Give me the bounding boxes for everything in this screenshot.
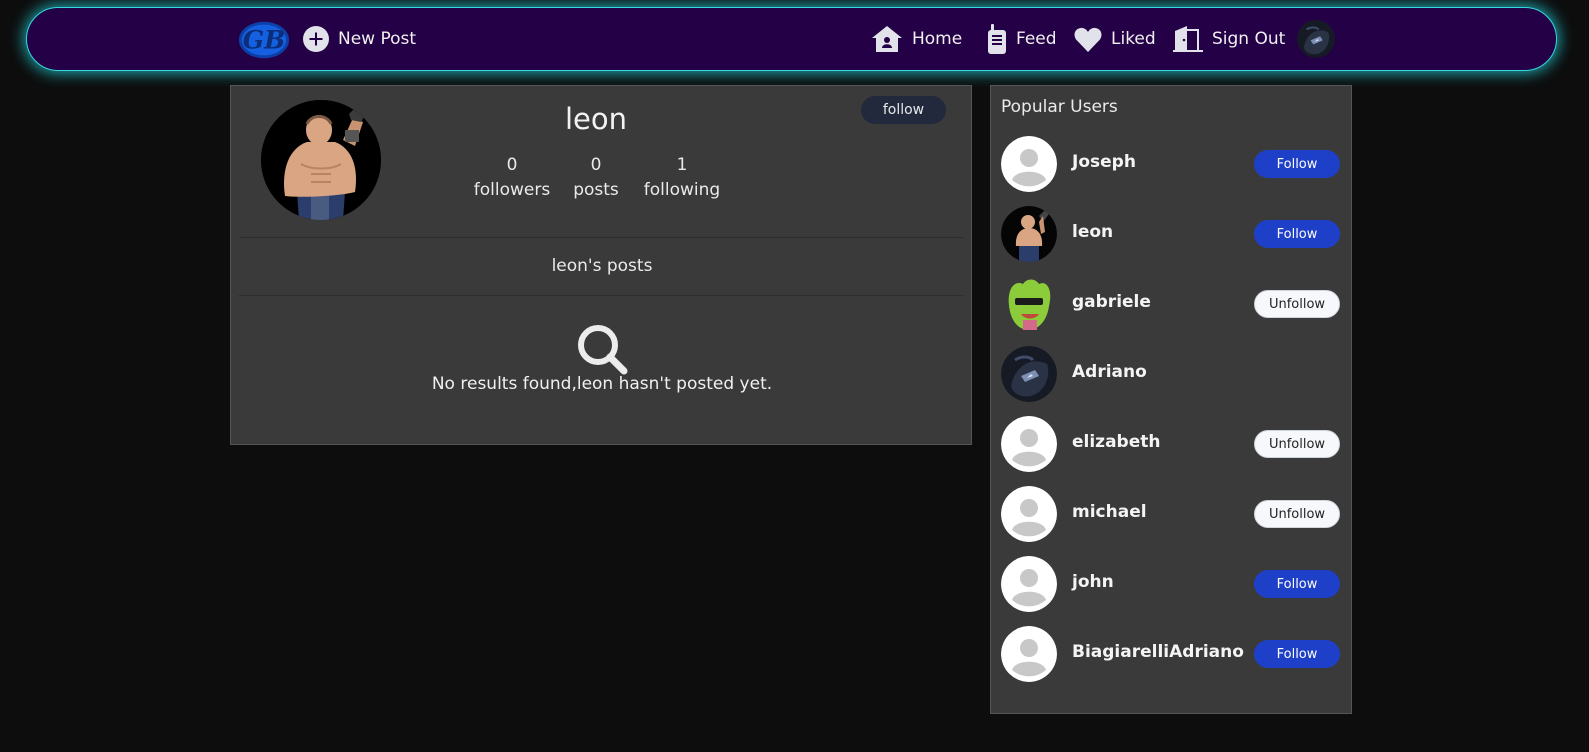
profile-avatar — [261, 100, 381, 220]
app-logo[interactable]: GB — [237, 19, 291, 61]
following-label: following — [643, 180, 721, 200]
user-row: gabriele Unfollow — [991, 276, 1353, 332]
user-name[interactable]: leon — [1072, 222, 1113, 242]
home-link[interactable]: Home — [871, 8, 962, 70]
unfollow-user-button[interactable]: Unfollow — [1254, 430, 1340, 458]
popular-users-title: Popular Users — [1001, 97, 1118, 117]
user-avatar[interactable] — [1001, 276, 1057, 332]
profile-card: leon follow 0 followers 0 posts 1 follow… — [230, 85, 972, 445]
feed-link[interactable]: Feed — [987, 8, 1057, 70]
user-name[interactable]: michael — [1072, 502, 1147, 522]
liked-link[interactable]: Liked — [1074, 8, 1156, 70]
sign-out-label: Sign Out — [1212, 29, 1286, 49]
logo-text: GB — [243, 25, 286, 55]
follow-user-button[interactable]: Follow — [1254, 640, 1340, 668]
unfollow-user-button[interactable]: Unfollow — [1254, 290, 1340, 318]
follow-user-button[interactable]: Follow — [1254, 570, 1340, 598]
current-user-avatar[interactable] — [1297, 20, 1335, 58]
follow-user-button[interactable]: Follow — [1254, 220, 1340, 248]
divider — [239, 237, 963, 238]
user-name[interactable]: gabriele — [1072, 292, 1151, 312]
heart-icon — [1074, 27, 1102, 52]
empty-posts-message: No results found,leon hasn't posted yet. — [431, 374, 773, 394]
user-avatar[interactable] — [1001, 626, 1057, 682]
user-name[interactable]: john — [1072, 572, 1114, 592]
user-row: elizabeth Unfollow — [991, 416, 1353, 472]
user-avatar[interactable] — [1001, 416, 1057, 472]
user-avatar[interactable] — [1001, 136, 1057, 192]
user-name[interactable]: Adriano — [1072, 362, 1147, 382]
new-post-link[interactable]: New Post — [303, 8, 416, 70]
user-row: leon Follow — [991, 206, 1353, 262]
new-post-label: New Post — [338, 29, 417, 49]
home-label: Home — [912, 29, 963, 49]
top-navbar: GB New Post Home Feed Liked Sign Out — [26, 7, 1557, 71]
popular-users-panel: Popular Users Joseph Follow leon Follow … — [990, 85, 1352, 714]
user-name[interactable]: Joseph — [1072, 152, 1136, 172]
followers-stat[interactable]: 0 followers — [469, 153, 555, 203]
user-avatar[interactable] — [1001, 486, 1057, 542]
user-row: BiagiarelliAdriano Follow — [991, 626, 1353, 682]
posts-section-title: leon's posts — [551, 256, 653, 276]
liked-label: Liked — [1111, 29, 1156, 49]
posts-stat: 0 posts — [565, 153, 627, 203]
home-icon — [871, 25, 903, 53]
unfollow-user-button[interactable]: Unfollow — [1254, 500, 1340, 528]
posts-label: posts — [573, 180, 619, 200]
sign-out-link[interactable]: Sign Out — [1173, 8, 1285, 70]
follow-user-button[interactable]: Follow — [1254, 150, 1340, 178]
user-row: john Follow — [991, 556, 1353, 612]
following-stat[interactable]: 1 following — [637, 153, 727, 203]
user-row: Joseph Follow — [991, 136, 1353, 192]
door-exit-icon — [1173, 25, 1203, 53]
user-name[interactable]: BiagiarelliAdriano — [1072, 642, 1244, 662]
profile-name: leon — [564, 102, 628, 136]
user-avatar[interactable] — [1001, 206, 1057, 262]
plus-circle-icon — [303, 26, 329, 52]
user-avatar[interactable] — [1001, 556, 1057, 612]
search-icon — [577, 324, 629, 376]
followers-label: followers — [473, 180, 551, 200]
posts-count: 0 — [590, 155, 602, 175]
feed-label: Feed — [1016, 29, 1057, 49]
divider — [239, 295, 963, 296]
user-row: Adriano — [991, 346, 1353, 402]
user-name[interactable]: elizabeth — [1072, 432, 1160, 452]
walkie-talkie-icon — [987, 24, 1007, 54]
followers-count: 0 — [506, 155, 518, 175]
following-count: 1 — [676, 155, 688, 175]
user-row: michael Unfollow — [991, 486, 1353, 542]
user-avatar[interactable] — [1001, 346, 1057, 402]
follow-button[interactable]: follow — [861, 96, 946, 124]
